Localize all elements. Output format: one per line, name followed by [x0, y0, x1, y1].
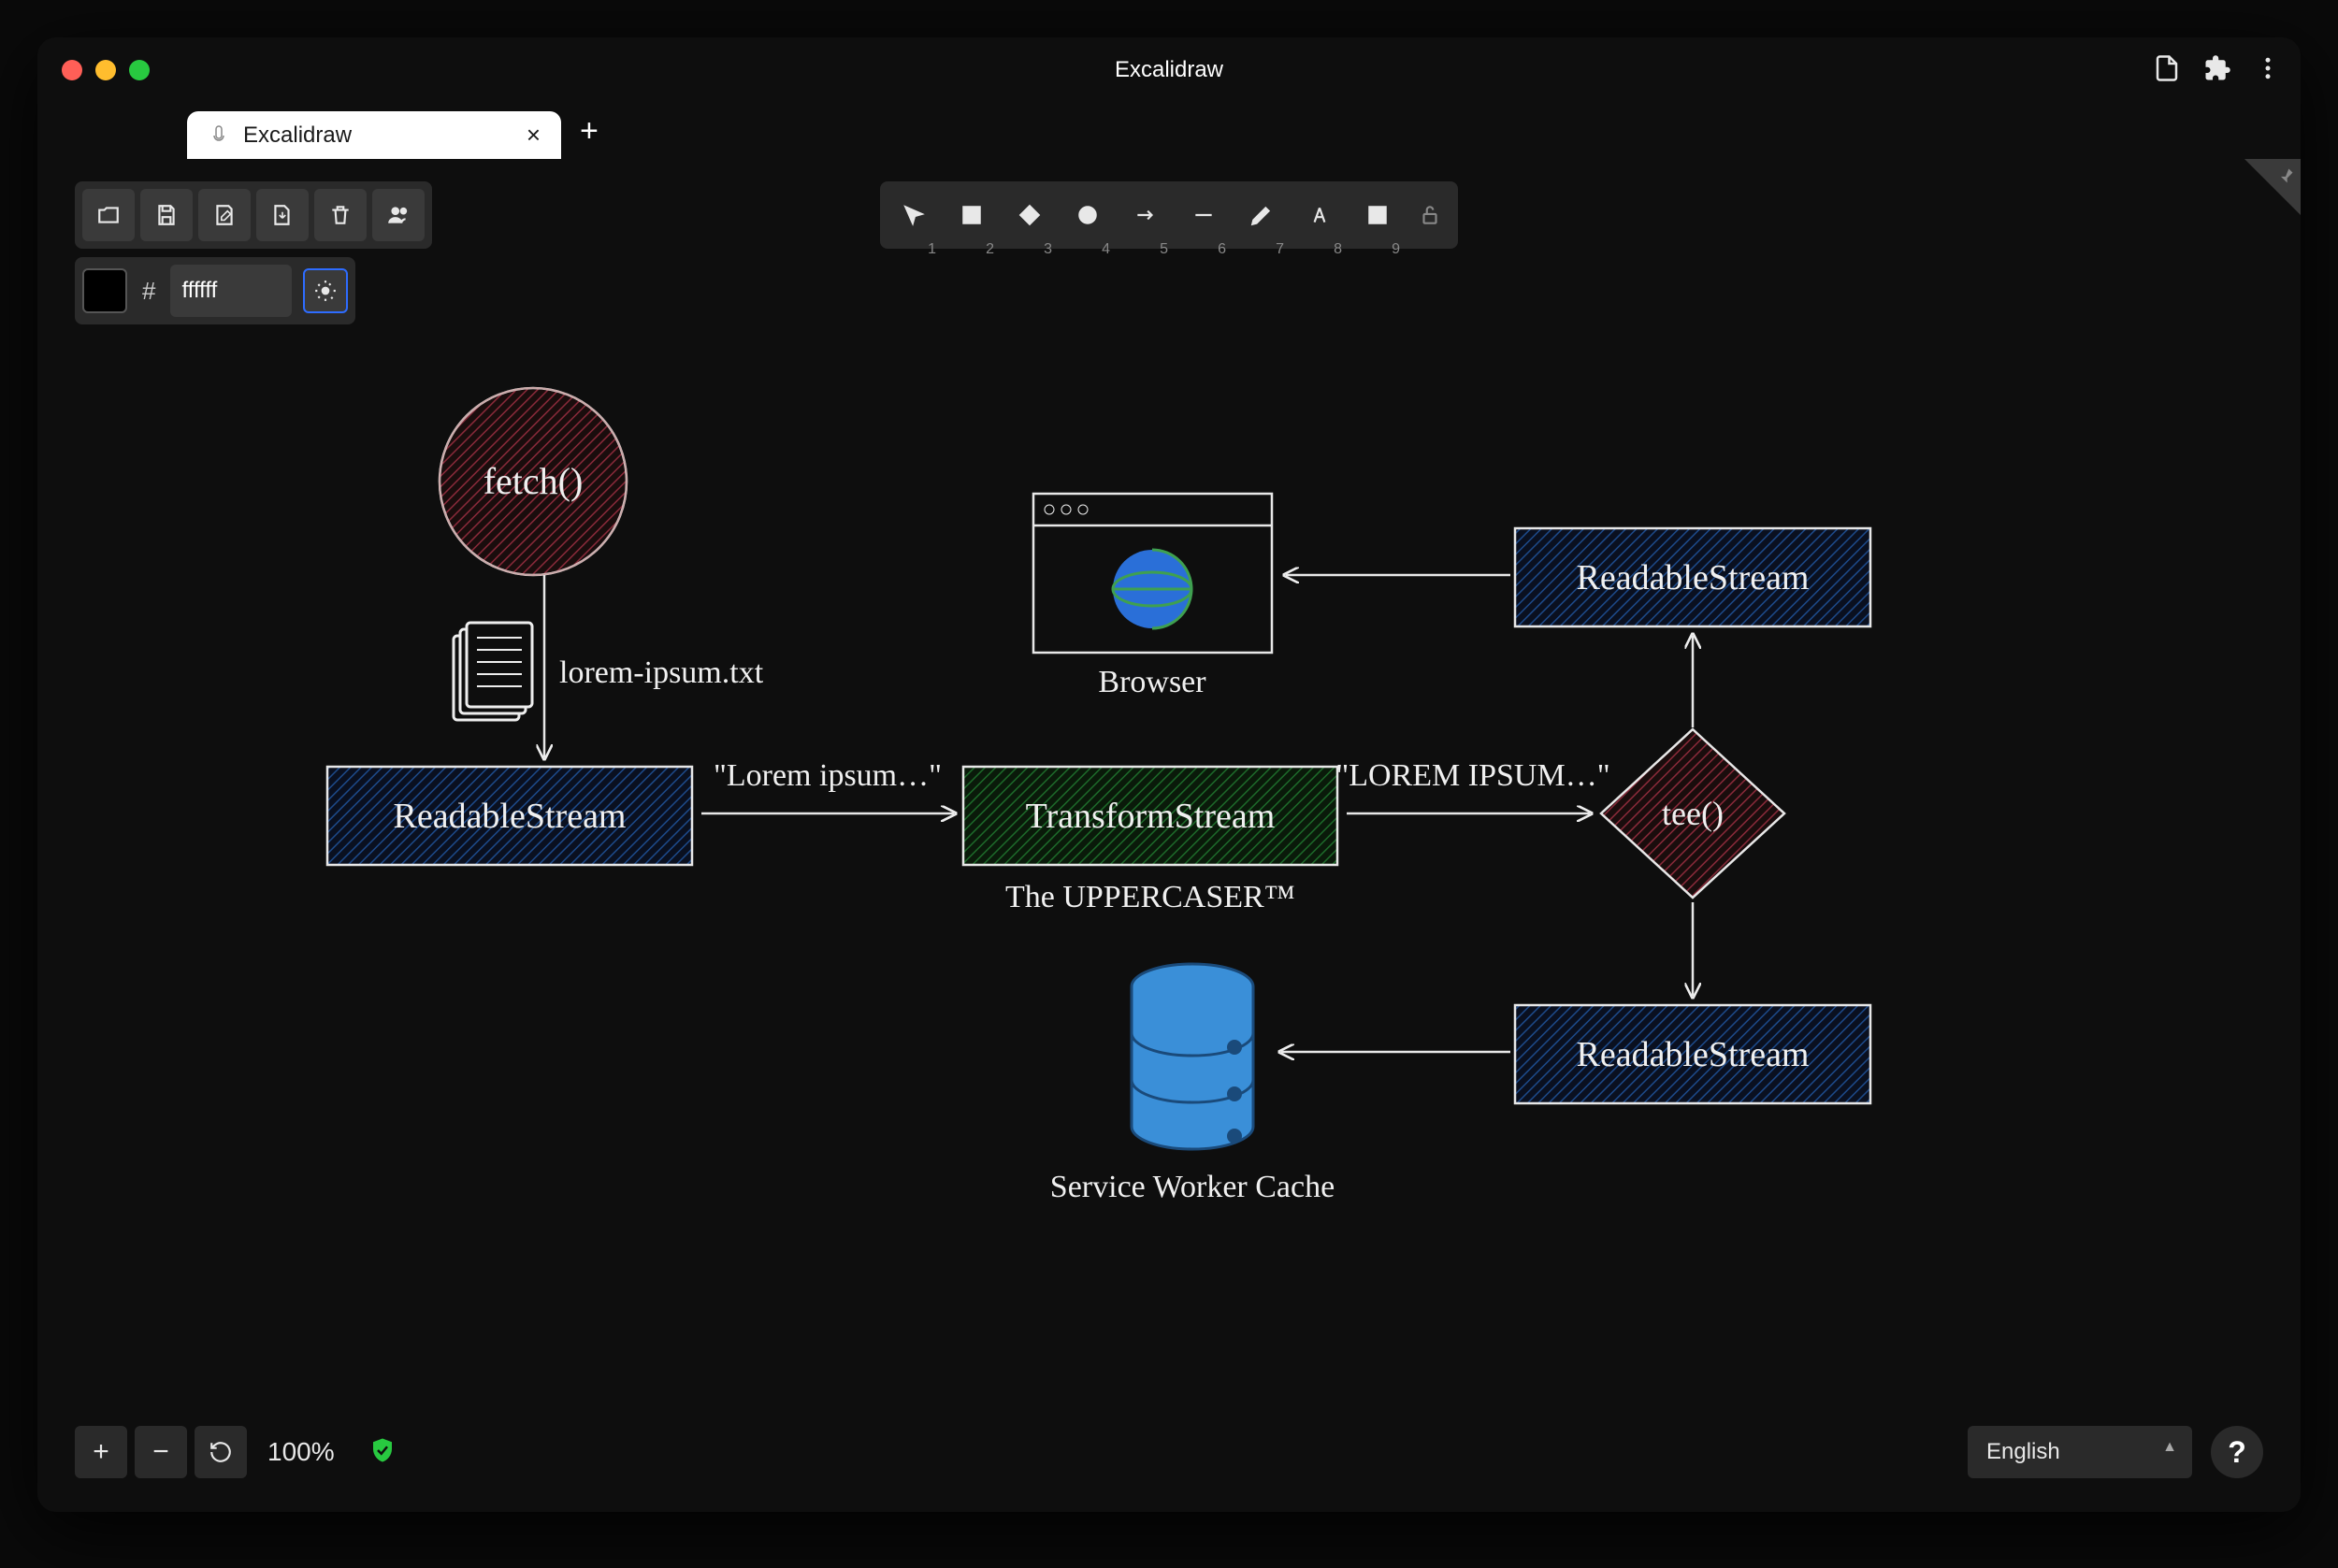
library-tool[interactable]: 9: [1351, 189, 1404, 241]
file-toolbar: [75, 181, 432, 249]
node-transform[interactable]: TransformStream The UPPERCASER™: [963, 767, 1337, 914]
tab-close-icon[interactable]: ×: [521, 121, 546, 150]
zoom-in-button[interactable]: +: [75, 1426, 127, 1478]
node-browser: Browser: [1033, 494, 1272, 699]
svg-text:ReadableStream: ReadableStream: [1576, 1035, 1809, 1074]
minimize-window-icon[interactable]: [95, 60, 116, 80]
node-tee[interactable]: tee(): [1601, 729, 1784, 898]
file-label: lorem-ipsum.txt: [559, 655, 764, 690]
bg-color-swatch[interactable]: [82, 268, 127, 313]
shape-toolbar: 1 2 3 4 5 6 7 8 9: [880, 181, 1458, 249]
zoom-level: 100%: [254, 1437, 348, 1467]
svg-text:fetch(): fetch(): [483, 460, 584, 502]
tab-title: Excalidraw: [243, 122, 508, 149]
arrow-tool[interactable]: 5: [1119, 189, 1172, 241]
browser-label: Browser: [1098, 665, 1206, 699]
line-tool[interactable]: 6: [1177, 189, 1230, 241]
window-title: Excalidraw: [1115, 57, 1223, 83]
lock-tool[interactable]: [1409, 189, 1450, 241]
reset-zoom-button[interactable]: [195, 1426, 247, 1478]
node-readable-3[interactable]: ReadableStream: [1515, 1005, 1870, 1103]
transform-subtitle: The UPPERCASER™: [1005, 880, 1295, 914]
export-button[interactable]: [256, 189, 309, 241]
svg-text:tee(): tee(): [1662, 795, 1724, 832]
clear-button[interactable]: [314, 189, 367, 241]
extension-icon[interactable]: [2203, 54, 2231, 87]
file-icon-group: lorem-ipsum.txt: [454, 623, 764, 720]
help-button[interactable]: ?: [2211, 1426, 2263, 1478]
arrow1-label: "Lorem ipsum…": [714, 758, 942, 793]
hash-label: #: [133, 277, 165, 306]
svg-text:TransformStream: TransformStream: [1026, 797, 1276, 836]
diamond-tool[interactable]: 3: [1003, 189, 1056, 241]
node-fetch[interactable]: fetch(): [440, 388, 627, 575]
text-tool[interactable]: 8: [1293, 189, 1346, 241]
zoom-out-button[interactable]: −: [135, 1426, 187, 1478]
tab-favicon: [208, 124, 230, 147]
open-button[interactable]: [82, 189, 135, 241]
node-readable-1[interactable]: ReadableStream: [327, 767, 692, 865]
swcache-label: Service Worker Cache: [1050, 1170, 1335, 1204]
pin-corner[interactable]: [2244, 159, 2301, 215]
svg-text:ReadableStream: ReadableStream: [1576, 558, 1809, 597]
browser-tab[interactable]: Excalidraw ×: [187, 111, 561, 159]
draw-tool[interactable]: 7: [1235, 189, 1288, 241]
node-swcache: Service Worker Cache: [1050, 964, 1335, 1204]
diagram-canvas[interactable]: .hand { font-family: "Comic Sans MS", "S…: [37, 159, 2301, 1468]
rectangle-tool[interactable]: 2: [945, 189, 998, 241]
new-tab-button[interactable]: +: [561, 104, 617, 159]
dark-mode-toggle[interactable]: [303, 268, 348, 313]
color-panel: #: [75, 257, 355, 324]
save-as-button[interactable]: [198, 189, 251, 241]
language-select[interactable]: English: [1968, 1426, 2192, 1478]
ellipse-tool[interactable]: 4: [1061, 189, 1114, 241]
close-window-icon[interactable]: [62, 60, 82, 80]
window-traffic-lights[interactable]: [62, 60, 150, 80]
collaborate-button[interactable]: [372, 189, 425, 241]
shield-icon: [355, 1436, 397, 1469]
more-icon[interactable]: [2254, 54, 2282, 87]
save-button[interactable]: [140, 189, 193, 241]
hex-color-input[interactable]: [170, 265, 292, 317]
arrow2-label: "LOREM IPSUM…": [1335, 758, 1609, 793]
svg-text:ReadableStream: ReadableStream: [393, 797, 626, 836]
node-readable-2[interactable]: ReadableStream: [1515, 528, 1870, 626]
selection-tool[interactable]: 1: [888, 189, 940, 241]
file-icon[interactable]: [2153, 54, 2181, 87]
maximize-window-icon[interactable]: [129, 60, 150, 80]
